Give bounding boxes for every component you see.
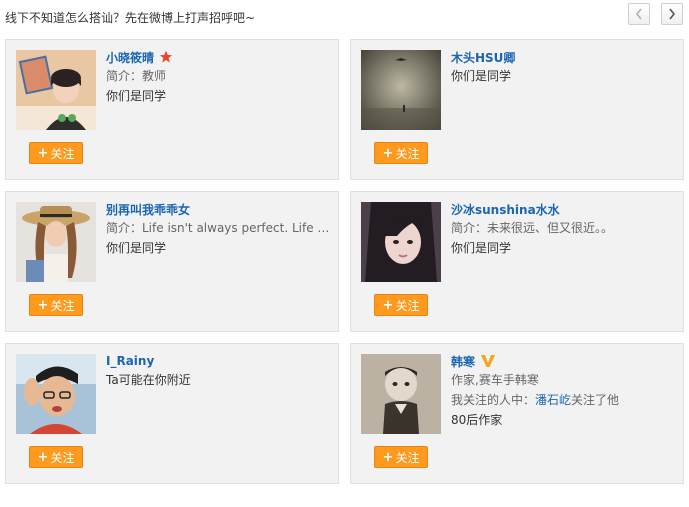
user-name-link[interactable]: 韩寒 — [451, 353, 475, 370]
follow-button-label: 关注 — [50, 298, 75, 313]
user-card: I_Rainy Ta可能在你附近 + 关注 — [5, 343, 339, 484]
user-card: 小晓筱晴 简介：教师 你们是同学 + 关注 — [5, 39, 339, 180]
star-badge-icon — [159, 50, 173, 64]
follow-button-label: 关注 — [395, 298, 420, 313]
plus-icon: + — [37, 449, 49, 465]
chevron-left-icon — [635, 8, 642, 20]
user-card: 别再叫我乖乖女 简介：Life isn't always perfect. Li… — [5, 191, 339, 332]
prev-page-button[interactable] — [628, 3, 650, 25]
follow-button[interactable]: + 关注 — [374, 294, 428, 316]
follow-button[interactable]: + 关注 — [374, 142, 428, 164]
plus-icon: + — [382, 145, 394, 161]
user-name-link[interactable]: 沙冰sunshina水水 — [451, 201, 560, 218]
mutual-follow-suffix: 关注了他 — [571, 393, 620, 407]
user-card: 韩寒 作家,赛车手韩寒 我关注的人中：潘石屹关注了他 80后作家 + 关注 — [350, 343, 684, 484]
plus-icon: + — [37, 145, 49, 161]
plus-icon: + — [37, 297, 49, 313]
mutual-follow-prefix: 我关注的人中： — [451, 393, 536, 407]
user-bio: 简介：Life isn't always perfect. Life is... — [106, 221, 331, 235]
user-bio: 简介：未来很远、但又很近。。 — [451, 221, 614, 235]
relation-text: 你们是同学 — [451, 241, 512, 255]
follow-button[interactable]: + 关注 — [29, 142, 83, 164]
next-page-button[interactable] — [661, 3, 683, 25]
avatar[interactable] — [361, 202, 441, 282]
follow-button-label: 关注 — [395, 450, 420, 465]
user-bio: 简介：教师 — [106, 69, 167, 83]
relation-text: 你们是同学 — [106, 241, 167, 255]
plus-icon: + — [382, 297, 394, 313]
follow-button-label: 关注 — [395, 146, 420, 161]
relation-text: 你们是同学 — [451, 69, 512, 83]
avatar[interactable] — [361, 50, 441, 130]
relation-text: Ta可能在你附近 — [106, 373, 191, 387]
follow-button-label: 关注 — [50, 146, 75, 161]
avatar[interactable] — [16, 50, 96, 130]
follow-button-label: 关注 — [50, 450, 75, 465]
user-bio: 作家,赛车手韩寒 — [451, 373, 539, 387]
mutual-follow-text: 我关注的人中：潘石屹关注了他 — [451, 390, 676, 410]
avatar[interactable] — [16, 354, 96, 434]
chevron-right-icon — [669, 8, 676, 20]
user-name-link[interactable]: 木头HSU卿 — [451, 49, 515, 66]
follow-button[interactable]: + 关注 — [29, 294, 83, 316]
verified-v-icon — [480, 354, 496, 368]
follow-button[interactable]: + 关注 — [374, 446, 428, 468]
user-tag-text: 80后作家 — [451, 413, 503, 427]
user-name-link[interactable]: I_Rainy — [106, 354, 154, 368]
follow-button[interactable]: + 关注 — [29, 446, 83, 468]
relation-text: 你们是同学 — [106, 89, 167, 103]
header-title: 线下不知道怎么搭讪？先在微博上打声招呼吧~ — [5, 11, 256, 25]
user-card: 沙冰sunshina水水 简介：未来很远、但又很近。。 你们是同学 + 关注 — [350, 191, 684, 332]
user-card: 木头HSU卿 你们是同学 + 关注 — [350, 39, 684, 180]
plus-icon: + — [382, 449, 394, 465]
avatar[interactable] — [16, 202, 96, 282]
user-name-link[interactable]: 小晓筱晴 — [106, 49, 154, 66]
user-name-link[interactable]: 别再叫我乖乖女 — [106, 201, 190, 218]
avatar[interactable] — [361, 354, 441, 434]
mutual-user-link[interactable]: 潘石屹 — [535, 393, 571, 407]
